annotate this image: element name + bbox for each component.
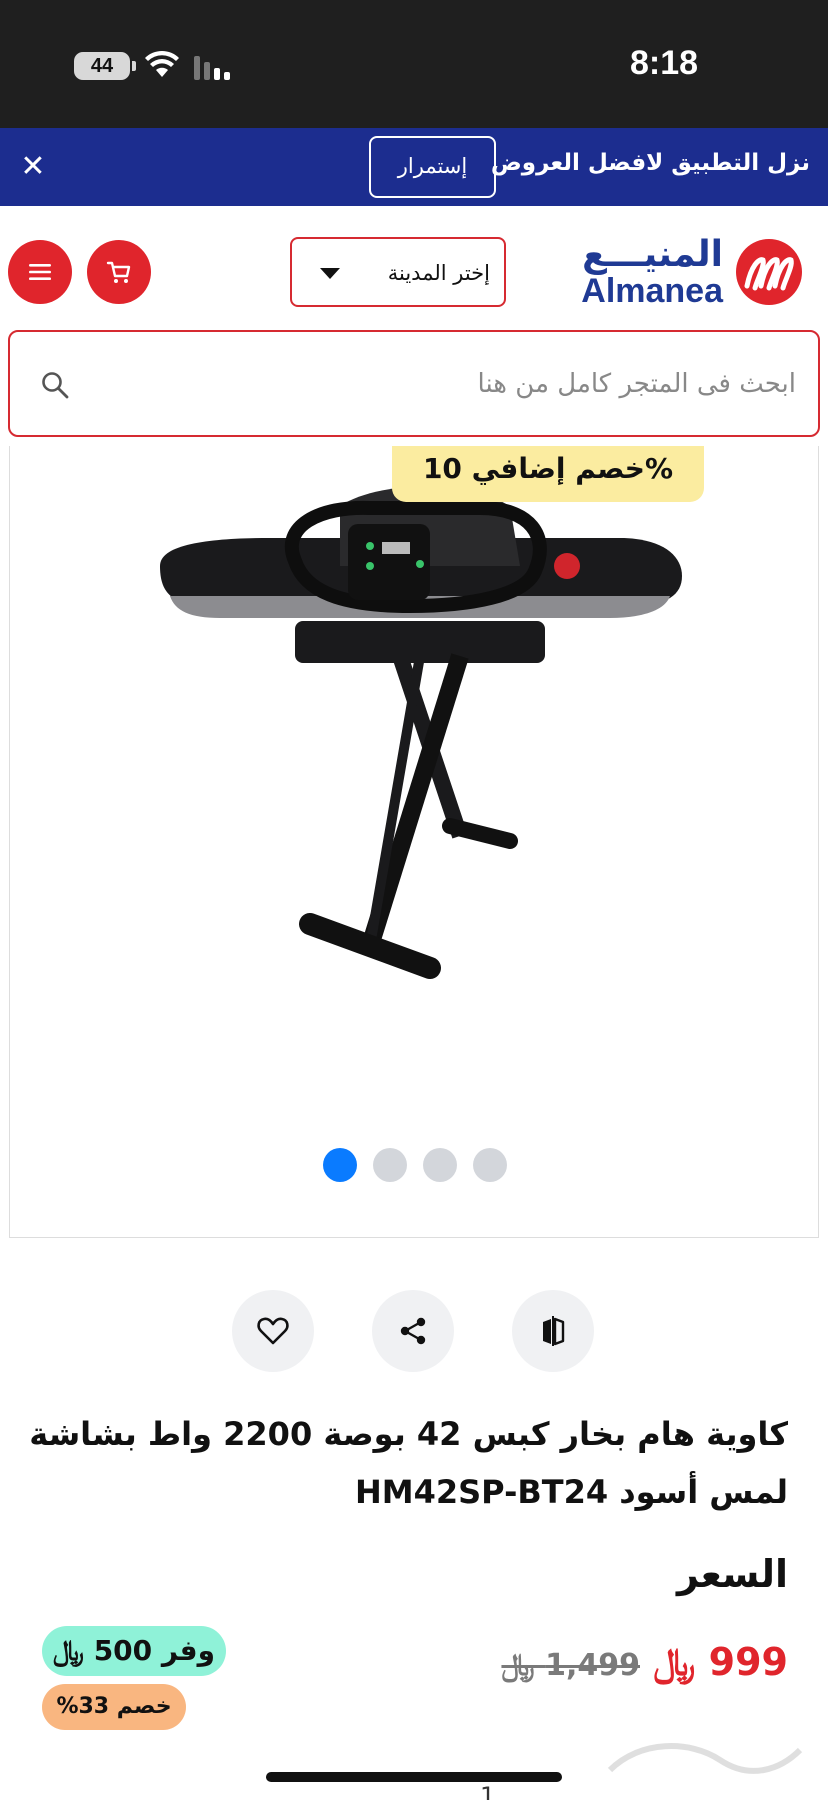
pagination-dot[interactable] [373, 1148, 407, 1182]
share-icon [400, 1317, 426, 1345]
price-label: السعر [676, 1552, 788, 1596]
banner-text: نزل التطبيق لافضل العروض [490, 150, 810, 176]
original-price: 1,499 ﷼ [501, 1648, 640, 1683]
search-input[interactable] [80, 352, 796, 416]
almanea-logo[interactable]: المنيـــع Almanea [581, 232, 805, 312]
almanea-logo-mark [736, 239, 802, 305]
quantity-value: 1 [480, 1782, 496, 1800]
product-image [160, 486, 682, 979]
extra-discount-badge: %خصم إضافي 10 [392, 446, 704, 502]
watermark-logo [607, 1743, 803, 1774]
city-select-label: إختر المدينة [387, 261, 490, 285]
wifi-icon [145, 50, 179, 77]
battery-indicator: 44 [74, 52, 136, 80]
compare-icon [543, 1316, 565, 1346]
savings-badge: وفر 500 ﷼ [42, 1626, 226, 1676]
status-bar: 44 8:18 [0, 0, 828, 128]
compare-button[interactable] [512, 1290, 594, 1372]
menu-icon [29, 264, 51, 280]
pagination-dot[interactable] [323, 1148, 357, 1182]
share-button[interactable] [372, 1290, 454, 1372]
discount-badge: خصم 33% [42, 1684, 186, 1730]
caret-down-icon [320, 268, 340, 279]
cart-button[interactable] [87, 240, 151, 304]
pagination-dot[interactable] [473, 1148, 507, 1182]
menu-button[interactable] [8, 240, 72, 304]
app-download-banner: ✕ إستمرار نزل التطبيق لافضل العروض [0, 128, 828, 206]
logo-text-english: Almanea [581, 272, 723, 310]
search-icon[interactable] [40, 370, 70, 400]
current-price: 999 ﷼ [653, 1640, 788, 1684]
search-bar[interactable] [8, 330, 820, 437]
continue-button[interactable]: إستمرار [369, 136, 496, 198]
cart-icon [106, 261, 131, 283]
home-indicator [266, 1772, 562, 1782]
heart-icon [257, 1317, 289, 1345]
wishlist-button[interactable] [232, 1290, 314, 1372]
city-select[interactable]: إختر المدينة [290, 237, 506, 307]
logo-text-arabic: المنيـــع [582, 234, 723, 275]
pagination-dot[interactable] [423, 1148, 457, 1182]
cellular-signal-icon [194, 56, 230, 80]
product-title: كاوية هام بخار كبس 42 بوصة 2200 واط بشاش… [29, 1415, 788, 1511]
status-time: 8:18 [630, 44, 699, 82]
product-image-gallery[interactable]: %خصم إضافي 10 [9, 446, 819, 1238]
close-icon[interactable]: ✕ [14, 148, 52, 186]
